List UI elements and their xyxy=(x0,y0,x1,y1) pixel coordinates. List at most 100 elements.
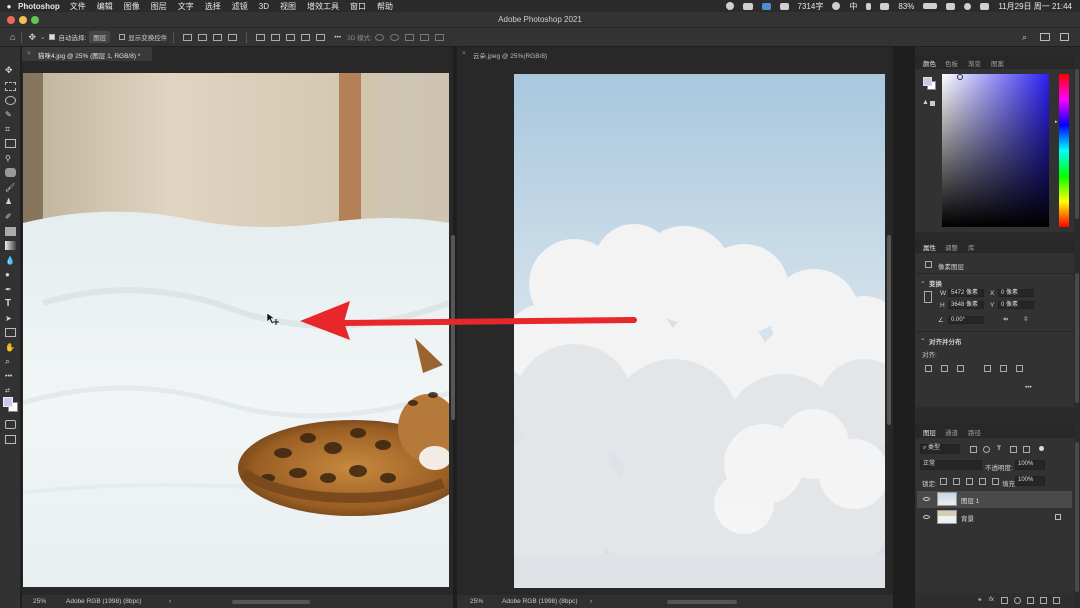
tab-cloud-document[interactable]: × 云朵.jpeg @ 25%(RGB/8) xyxy=(457,47,577,61)
eraser-tool-icon[interactable] xyxy=(5,227,16,236)
layer-filter-dropdown[interactable]: ⌕ 类型 xyxy=(920,444,960,454)
tab-channels[interactable]: 通道 xyxy=(945,427,958,437)
flip-vertical-icon[interactable]: ⇳ xyxy=(1023,315,1028,323)
align-right-icon[interactable] xyxy=(213,33,223,41)
opacity-field[interactable]: 100% xyxy=(1015,460,1045,470)
filter-adjust-icon[interactable] xyxy=(983,446,990,453)
menu-help[interactable]: 帮助 xyxy=(377,1,393,12)
orbit-3d-icon[interactable] xyxy=(375,33,384,41)
left-horizontal-scrollbar[interactable] xyxy=(232,600,310,604)
tab-paths[interactable]: 路径 xyxy=(968,427,981,437)
auto-select-dropdown[interactable]: 图层 xyxy=(89,31,111,43)
layers-panel-scrollbar[interactable] xyxy=(1075,442,1079,592)
height-field[interactable]: 3648 像素 xyxy=(948,301,984,309)
menu-type[interactable]: 文字 xyxy=(178,1,194,12)
bluetooth-icon[interactable] xyxy=(866,2,872,10)
home-icon[interactable]: ⌂ xyxy=(10,32,15,42)
foreground-color-chip[interactable] xyxy=(923,77,932,86)
apple-icon[interactable]: ● xyxy=(0,2,18,11)
zoom-level[interactable]: 25% xyxy=(470,598,483,605)
websafe-icon[interactable] xyxy=(930,101,935,106)
collapse-chevron-icon[interactable]: ⌄ xyxy=(920,334,925,342)
align-right-icon[interactable] xyxy=(957,365,964,372)
warning-icon[interactable]: ▲ xyxy=(922,99,929,106)
quick-select-tool-icon[interactable]: ✎ xyxy=(5,110,16,119)
close-tab-icon[interactable]: × xyxy=(462,50,466,57)
hand-tool-icon[interactable]: ✋ xyxy=(5,343,16,352)
control-icon[interactable] xyxy=(880,2,890,10)
align-left-icon[interactable] xyxy=(925,365,932,372)
notes-icon[interactable] xyxy=(779,2,789,10)
lock-all-icon[interactable] xyxy=(992,478,999,485)
distribute-h-icon[interactable] xyxy=(316,33,326,41)
layer-row-background[interactable]: 背景 xyxy=(917,509,1072,526)
app-menu[interactable]: Photoshop xyxy=(18,2,60,11)
hue-slider-handle[interactable]: ▸ xyxy=(1055,119,1058,125)
lock-pixels-icon[interactable] xyxy=(953,478,960,485)
right-vertical-scrollbar[interactable] xyxy=(887,235,891,425)
swap-colors-icon[interactable]: ⇄ xyxy=(5,387,16,396)
tab-gradients[interactable]: 渐变 xyxy=(968,58,981,68)
wifi-icon[interactable] xyxy=(946,2,956,10)
roll-3d-icon[interactable] xyxy=(390,33,399,41)
frame-tool-icon[interactable] xyxy=(5,139,16,148)
history-brush-tool-icon[interactable]: ✐ xyxy=(5,212,16,221)
foreground-color-swatch[interactable] xyxy=(3,397,13,407)
menu-plugins[interactable]: 增效工具 xyxy=(307,1,339,12)
angle-field[interactable]: 0.00° xyxy=(948,316,984,324)
menu-3d[interactable]: 3D xyxy=(259,2,269,11)
menu-edit[interactable]: 编辑 xyxy=(97,1,113,12)
visibility-eye-icon[interactable] xyxy=(923,497,930,501)
auto-select-checkbox[interactable] xyxy=(49,34,56,40)
align-hcenter-icon[interactable] xyxy=(198,33,208,41)
blend-mode-dropdown[interactable]: 正常 xyxy=(920,460,982,470)
add-mask-icon[interactable] xyxy=(1001,597,1008,604)
color-field[interactable] xyxy=(942,74,1049,227)
right-horizontal-scrollbar[interactable] xyxy=(667,600,737,604)
filter-shape-icon[interactable] xyxy=(1010,446,1017,453)
lock-transparent-icon[interactable] xyxy=(940,478,947,485)
tab-cat-document[interactable]: × 猫咪4.jpg @ 25% (图层 1, RGB/8) * xyxy=(22,47,152,61)
flip-horizontal-icon[interactable]: ⇹ xyxy=(1003,315,1008,323)
quick-mask-icon[interactable] xyxy=(5,420,16,429)
fill-field[interactable]: 100% xyxy=(1015,476,1045,486)
align-bottom-icon[interactable] xyxy=(271,33,281,41)
lasso-tool-icon[interactable] xyxy=(5,96,16,105)
delete-layer-icon[interactable] xyxy=(1053,597,1060,604)
collapse-chevron-icon[interactable]: ⌄ xyxy=(920,277,925,285)
status-more-icon[interactable]: › xyxy=(590,598,592,605)
color-panel-scrollbar[interactable] xyxy=(1075,69,1079,219)
tab-adjustments[interactable]: 调整 xyxy=(945,242,958,252)
align-left-icon[interactable] xyxy=(183,33,193,41)
tab-libraries[interactable]: 库 xyxy=(968,242,975,252)
tab-properties[interactable]: 属性 xyxy=(920,239,939,256)
wechat-icon[interactable] xyxy=(742,2,753,10)
menu-view[interactable]: 视图 xyxy=(280,1,296,12)
menu-layer[interactable]: 图层 xyxy=(151,1,167,12)
gradient-tool-icon[interactable] xyxy=(5,241,16,250)
lock-position-icon[interactable] xyxy=(966,478,973,485)
sync-icon[interactable] xyxy=(832,2,841,10)
app-status-icon[interactable] xyxy=(761,2,771,10)
new-layer-icon[interactable] xyxy=(1040,597,1047,604)
type-tool-icon[interactable]: T xyxy=(5,299,16,309)
adjustment-layer-icon[interactable] xyxy=(1014,597,1021,604)
pan-3d-icon[interactable] xyxy=(405,33,414,41)
dodge-tool-icon[interactable]: ● xyxy=(5,270,16,279)
color-picker-ring[interactable] xyxy=(957,74,963,80)
align-bottom-icon[interactable] xyxy=(1016,365,1023,372)
align-vcenter-icon[interactable] xyxy=(1000,365,1007,372)
menu-image[interactable]: 图像 xyxy=(124,1,140,12)
filter-smart-icon[interactable] xyxy=(1023,446,1030,453)
share-icon[interactable] xyxy=(1060,33,1069,41)
align-hcenter-icon[interactable] xyxy=(941,365,948,372)
move-tool-icon[interactable]: ✥ xyxy=(28,32,36,43)
stamp-tool-icon[interactable]: ♟ xyxy=(5,197,16,206)
hue-slider[interactable] xyxy=(1059,74,1069,227)
width-field[interactable]: 5472 像素 xyxy=(948,289,984,297)
tool-preset-chevron-icon[interactable]: ⌄ xyxy=(40,33,45,41)
workspace-icon[interactable] xyxy=(1040,33,1050,41)
align-top-icon[interactable] xyxy=(228,33,238,41)
menu-window[interactable]: 窗口 xyxy=(350,1,366,12)
filter-pixel-icon[interactable] xyxy=(970,446,977,453)
